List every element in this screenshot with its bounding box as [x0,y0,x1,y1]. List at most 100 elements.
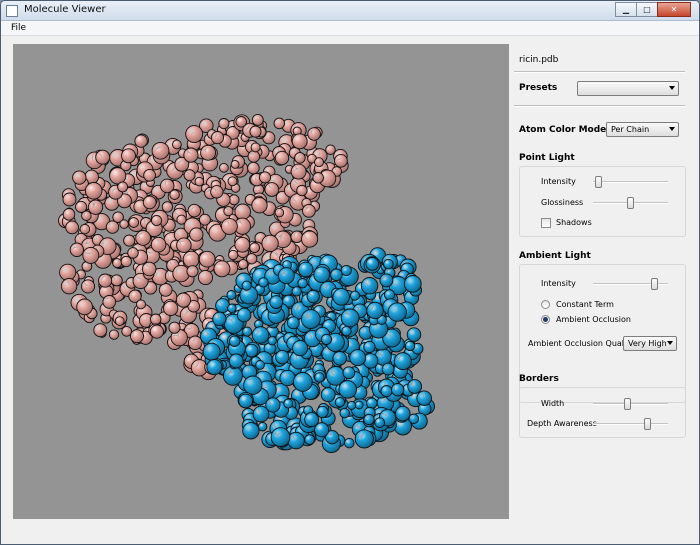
atom [251,326,270,344]
ambient-intensity-slider[interactable] [593,278,668,290]
atom [210,131,225,145]
depth-awareness-slider[interactable] [593,418,668,430]
separator [514,71,685,73]
atom [141,261,157,277]
atom [287,431,305,450]
close-icon[interactable]: ✕ [657,2,691,17]
atom [220,217,238,235]
slider-thumb[interactable] [595,176,602,188]
atom [363,340,376,354]
atom [238,393,254,409]
constant-term-label: Constant Term [556,300,614,309]
border-width-slider[interactable] [593,398,668,410]
atom [102,295,117,309]
atom [354,429,374,449]
atom [241,280,252,291]
atom [366,301,384,320]
atom [306,289,320,304]
chevron-down-icon [667,341,673,345]
atom [120,255,132,268]
atom [365,257,380,271]
atom [297,261,314,278]
atom [275,349,290,365]
presets-dropdown[interactable] [577,81,679,96]
atom [182,250,200,268]
atom [172,139,182,150]
atom [149,324,164,339]
ao-quality-dropdown[interactable]: Very High [623,336,677,351]
atom [307,127,321,141]
atom [407,379,423,394]
ao-quality-label: Ambient Occlusion Quality [528,339,635,348]
atom [403,275,422,293]
atom [252,405,270,423]
menu-file[interactable]: File [11,23,26,33]
atom [79,223,91,235]
atom [330,268,343,282]
glossiness-label: Glossiness [541,198,584,207]
maximize-icon[interactable]: □ [636,2,658,17]
atom [62,208,76,221]
constant-term-radio[interactable] [541,300,550,309]
atom [334,397,346,408]
depth-awareness-label: Depth Awareness [527,419,597,428]
slider-thumb[interactable] [651,278,658,290]
atom [149,313,162,326]
atom [183,147,199,163]
point-intensity-slider[interactable] [593,176,668,188]
atom [109,167,127,185]
chevron-down-icon [669,127,675,131]
atom [228,194,240,206]
atom [339,407,350,419]
atom [246,253,258,265]
atom [226,290,237,300]
ambient-occlusion-radio[interactable] [541,315,550,324]
atom [304,434,315,445]
atom [247,161,260,175]
atom [344,437,355,449]
atom [236,307,252,323]
atom-color-mode-dropdown[interactable]: Per Chain [606,122,679,137]
borders-title: Borders [519,374,559,384]
atom [301,230,319,248]
atom [163,300,179,317]
atom [168,321,181,334]
atom [304,412,320,428]
molecule-viewport[interactable] [13,44,509,519]
minimize-icon[interactable]: ▁ [615,2,637,17]
atom [313,266,331,284]
atom [261,234,279,253]
glossiness-slider[interactable] [593,197,668,209]
atom [320,387,336,403]
ambient-light-title: Ambient Light [519,251,591,261]
atom [219,162,229,173]
atom [270,427,291,447]
atom [213,260,231,278]
atom [391,383,405,397]
atom [161,201,174,213]
atom [82,246,100,264]
presets-label: Presets [519,83,558,93]
atom [197,269,214,286]
atom [186,265,199,278]
atom [404,340,416,352]
atom [76,298,93,316]
slider-thumb[interactable] [624,398,631,410]
atom [342,366,356,380]
atom [249,242,260,254]
shadows-checkbox[interactable] [541,218,551,228]
atom [176,214,187,225]
atom [242,422,260,440]
slider-thumb[interactable] [627,197,634,209]
separator [514,105,685,107]
borders-group: Width Depth Awareness [519,387,686,438]
atom [320,333,333,345]
atom [87,199,104,215]
atom [416,390,432,406]
atom [381,362,395,376]
atom [75,200,88,213]
atom [112,258,123,269]
title-bar[interactable]: Molecule Viewer ▁ □ ✕ [1,1,699,21]
atom [267,336,277,346]
slider-thumb[interactable] [644,418,651,430]
